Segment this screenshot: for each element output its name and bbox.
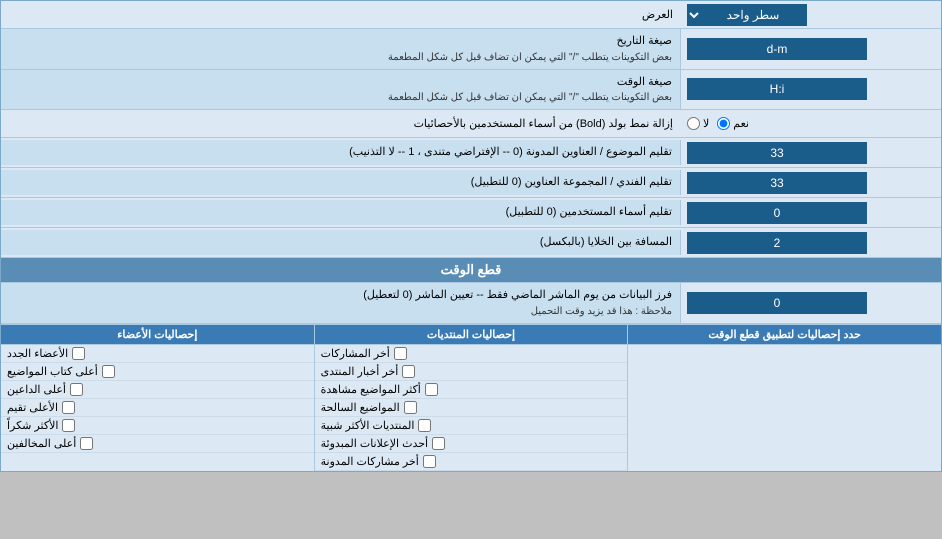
posts-item-5-checkbox[interactable] — [418, 419, 431, 432]
date-format-label: صيغة التاريخ بعض التكوينات يتطلب "/" الت… — [1, 29, 681, 69]
time-cut-row: فرز البيانات من يوم الماشر الماضي فقط --… — [1, 283, 941, 324]
posts-item-6-checkbox[interactable] — [432, 437, 445, 450]
posts-item-5: المنتديات الأكثر شبية — [315, 417, 628, 435]
members-item-5: الأكثر شكراً — [1, 417, 314, 435]
radio-yes[interactable] — [717, 117, 730, 130]
posts-item-7-label: أخر مشاركات المدونة — [321, 455, 419, 468]
members-item-6-checkbox[interactable] — [80, 437, 93, 450]
radio-no-option: لا — [687, 117, 709, 130]
main-container: العرض سطر واحد صيغة التاريخ بعض التكوينا… — [0, 0, 942, 472]
forum-limit-input[interactable] — [687, 172, 867, 194]
posts-item-7-checkbox[interactable] — [423, 455, 436, 468]
stats-apply-col: حدد إحصاليات لتطبيق قطع الوقت — [627, 325, 941, 471]
members-item-2: أعلى كتاب المواضيع — [1, 363, 314, 381]
cell-distance-row: المسافة بين الخلايا (بالبكسل) — [1, 228, 941, 258]
radio-yes-label: نعم — [733, 117, 749, 130]
posts-item-3-checkbox[interactable] — [425, 383, 438, 396]
posts-item-5-label: المنتديات الأكثر شبية — [321, 419, 415, 432]
time-format-label: صيغة الوقت بعض التكوينات يتطلب "/" التي … — [1, 70, 681, 110]
cell-distance-label: المسافة بين الخلايا (بالبكسل) — [1, 230, 681, 255]
time-cut-label: فرز البيانات من يوم الماشر الماضي فقط --… — [1, 283, 681, 323]
posts-item-1: أخر المشاركات — [315, 345, 628, 363]
date-format-input-area — [681, 36, 941, 62]
forum-limit-label: تقليم الفندي / المجموعة العناوين (0 للتط… — [1, 170, 681, 195]
members-item-4-label: الأعلى تقيم — [7, 401, 58, 414]
cell-distance-input-area — [681, 230, 941, 256]
bold-remove-radio-area: نعم لا — [681, 115, 941, 132]
members-stats-header: إحصاليات الأعضاء — [1, 325, 314, 345]
posts-item-4-label: المواضيع السالحة — [321, 401, 400, 414]
topics-limit-row: تقليم الموضوع / العناوين المدونة (0 -- ا… — [1, 138, 941, 168]
members-item-1-label: الأعضاء الجدد — [7, 347, 68, 360]
members-item-3-checkbox[interactable] — [70, 383, 83, 396]
members-item-4-checkbox[interactable] — [62, 401, 75, 414]
usernames-limit-label: تقليم أسماء المستخدمين (0 للتطبيل) — [1, 200, 681, 225]
time-cut-input-area — [681, 290, 941, 316]
posts-item-1-label: أخر المشاركات — [321, 347, 390, 360]
topics-limit-label: تقليم الموضوع / العناوين المدونة (0 -- ا… — [1, 140, 681, 165]
members-item-3: أعلى الداعين — [1, 381, 314, 399]
date-format-row: صيغة التاريخ بعض التكوينات يتطلب "/" الت… — [1, 29, 941, 70]
posts-stats-col: إحصاليات المنتديات أخر المشاركات أخر أخب… — [314, 325, 628, 471]
posts-item-2-label: أخر أخبار المنتدى — [321, 365, 399, 378]
posts-item-6-label: أحدث الإعلانات المبدوئة — [321, 437, 428, 450]
time-cut-header: قطع الوقت — [1, 258, 941, 283]
posts-item-3: أكثر المواضيع مشاهدة — [315, 381, 628, 399]
posts-item-4: المواضيع السالحة — [315, 399, 628, 417]
bold-remove-label: إزالة نمط بولد (Bold) من أسماء المستخدمي… — [1, 113, 681, 134]
topics-limit-input[interactable] — [687, 142, 867, 164]
time-format-input[interactable] — [687, 78, 867, 100]
posts-item-7: أخر مشاركات المدونة — [315, 453, 628, 471]
radio-no[interactable] — [687, 117, 700, 130]
topics-limit-input-area — [681, 140, 941, 166]
radio-no-label: لا — [703, 117, 709, 130]
members-item-4: الأعلى تقيم — [1, 399, 314, 417]
members-item-5-checkbox[interactable] — [62, 419, 75, 432]
members-item-6-label: أعلى المخالفين — [7, 437, 76, 450]
usernames-limit-row: تقليم أسماء المستخدمين (0 للتطبيل) — [1, 198, 941, 228]
cell-distance-input[interactable] — [687, 232, 867, 254]
members-item-6: أعلى المخالفين — [1, 435, 314, 453]
date-format-input[interactable] — [687, 38, 867, 60]
posts-item-2-checkbox[interactable] — [402, 365, 415, 378]
usernames-limit-input[interactable] — [687, 202, 867, 224]
display-label: العرض — [1, 4, 681, 25]
time-cut-input[interactable] — [687, 292, 867, 314]
members-item-1-checkbox[interactable] — [72, 347, 85, 360]
stats-apply-header: حدد إحصاليات لتطبيق قطع الوقت — [628, 325, 941, 345]
members-item-2-label: أعلى كتاب المواضيع — [7, 365, 98, 378]
posts-item-3-label: أكثر المواضيع مشاهدة — [321, 383, 421, 396]
bold-remove-row: إزالة نمط بولد (Bold) من أسماء المستخدمي… — [1, 110, 941, 138]
radio-yes-option: نعم — [717, 117, 749, 130]
members-item-3-label: أعلى الداعين — [7, 383, 66, 396]
posts-item-4-checkbox[interactable] — [404, 401, 417, 414]
stats-section: حدد إحصاليات لتطبيق قطع الوقت إحصاليات ا… — [1, 324, 941, 471]
members-item-5-label: الأكثر شكراً — [7, 419, 58, 432]
posts-item-2: أخر أخبار المنتدى — [315, 363, 628, 381]
posts-stats-header: إحصاليات المنتديات — [315, 325, 628, 345]
single-line-area: سطر واحد — [681, 2, 941, 28]
usernames-limit-input-area — [681, 200, 941, 226]
single-line-select[interactable]: سطر واحد — [687, 4, 807, 26]
posts-item-6: أحدث الإعلانات المبدوئة — [315, 435, 628, 453]
members-item-1: الأعضاء الجدد — [1, 345, 314, 363]
members-item-2-checkbox[interactable] — [102, 365, 115, 378]
posts-item-1-checkbox[interactable] — [394, 347, 407, 360]
members-stats-col: إحصاليات الأعضاء الأعضاء الجدد أعلى كتاب… — [1, 325, 314, 471]
display-row: العرض سطر واحد — [1, 1, 941, 29]
time-format-input-area — [681, 76, 941, 102]
forum-limit-row: تقليم الفندي / المجموعة العناوين (0 للتط… — [1, 168, 941, 198]
forum-limit-input-area — [681, 170, 941, 196]
time-format-row: صيغة الوقت بعض التكوينات يتطلب "/" التي … — [1, 70, 941, 111]
